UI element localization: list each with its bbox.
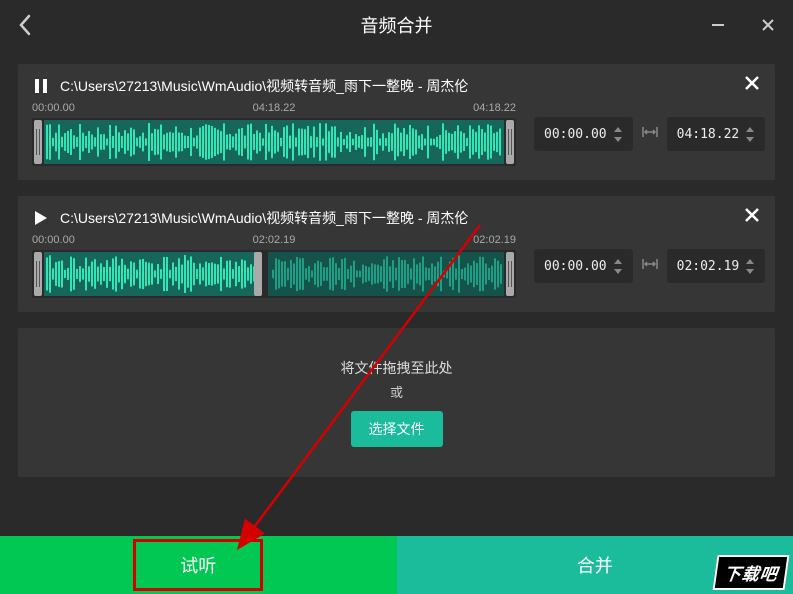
waveform[interactable]	[32, 250, 516, 298]
remove-track-button[interactable]	[743, 206, 761, 229]
split-handle[interactable]	[254, 252, 262, 296]
pause-icon[interactable]	[32, 77, 50, 95]
range-between-icon	[641, 125, 659, 144]
range-start-handle[interactable]	[34, 120, 42, 164]
close-button[interactable]	[743, 0, 793, 50]
watermark-brand: 下载吧	[722, 565, 779, 584]
waveform[interactable]	[32, 118, 516, 166]
dropzone[interactable]: 将文件拖拽至此处 或 选择文件	[18, 328, 775, 477]
timeline-labels: 00:00.00 02:02.19 02:02.19	[32, 234, 516, 246]
remove-track-button[interactable]	[743, 74, 761, 97]
back-button[interactable]	[0, 0, 50, 50]
merge-button[interactable]: 合并	[577, 552, 613, 578]
content-area: C:\Users\27213\Music\WmAudio\视频转音频_雨下一整晚…	[0, 50, 793, 477]
end-time-input[interactable]: 04:18.22	[667, 117, 766, 151]
end-time-down[interactable]	[745, 267, 755, 275]
end-time-value: 04:18.22	[677, 127, 740, 142]
end-time-down[interactable]	[745, 135, 755, 143]
end-time-up[interactable]	[745, 257, 755, 265]
range-end-handle[interactable]	[506, 120, 514, 164]
end-time-value: 02:02.19	[677, 259, 740, 274]
window-title: 音频合并	[361, 12, 433, 38]
footer-merge-area: 合并 下载吧	[397, 536, 793, 594]
time-end-label: 02:02.19	[355, 234, 516, 246]
time-start-label: 00:00.00	[32, 234, 193, 246]
start-time-input[interactable]: 00:00.00	[534, 117, 633, 151]
file-path: C:\Users\27213\Music\WmAudio\视频转音频_雨下一整晚…	[60, 208, 761, 228]
audio-track: C:\Users\27213\Music\WmAudio\视频转音频_雨下一整晚…	[18, 64, 775, 180]
end-time-up[interactable]	[745, 125, 755, 133]
window-controls	[693, 0, 793, 50]
start-time-input[interactable]: 00:00.00	[534, 249, 633, 283]
footer-preview-area: 试听	[0, 536, 397, 594]
file-path: C:\Users\27213\Music\WmAudio\视频转音频_雨下一整晚…	[60, 76, 761, 96]
end-time-input[interactable]: 02:02.19	[667, 249, 766, 283]
titlebar: 音频合并	[0, 0, 793, 50]
dropzone-or: 或	[48, 382, 745, 401]
time-end-label: 04:18.22	[355, 102, 516, 114]
select-file-button[interactable]: 选择文件	[351, 411, 443, 447]
audio-track: C:\Users\27213\Music\WmAudio\视频转音频_雨下一整晚…	[18, 196, 775, 312]
start-time-up[interactable]	[613, 257, 623, 265]
waveform-svg	[44, 252, 504, 296]
range-start-handle[interactable]	[34, 252, 42, 296]
time-start-label: 00:00.00	[32, 102, 193, 114]
time-mid-label: 04:18.22	[193, 102, 354, 114]
start-time-down[interactable]	[613, 267, 623, 275]
start-time-up[interactable]	[613, 125, 623, 133]
range-between-icon	[641, 257, 659, 276]
play-icon[interactable]	[32, 209, 50, 227]
footer: 试听 合并 下载吧	[0, 536, 793, 594]
start-time-down[interactable]	[613, 135, 623, 143]
minimize-button[interactable]	[693, 0, 743, 50]
time-mid-label: 02:02.19	[193, 234, 354, 246]
preview-button[interactable]: 试听	[133, 539, 263, 591]
start-time-value: 00:00.00	[544, 259, 607, 274]
dropzone-hint: 将文件拖拽至此处	[48, 358, 745, 378]
start-time-value: 00:00.00	[544, 127, 607, 142]
watermark-logo: 下载吧	[713, 555, 790, 590]
range-end-handle[interactable]	[506, 252, 514, 296]
timeline-labels: 00:00.00 04:18.22 04:18.22	[32, 102, 516, 114]
waveform-svg	[44, 120, 504, 164]
